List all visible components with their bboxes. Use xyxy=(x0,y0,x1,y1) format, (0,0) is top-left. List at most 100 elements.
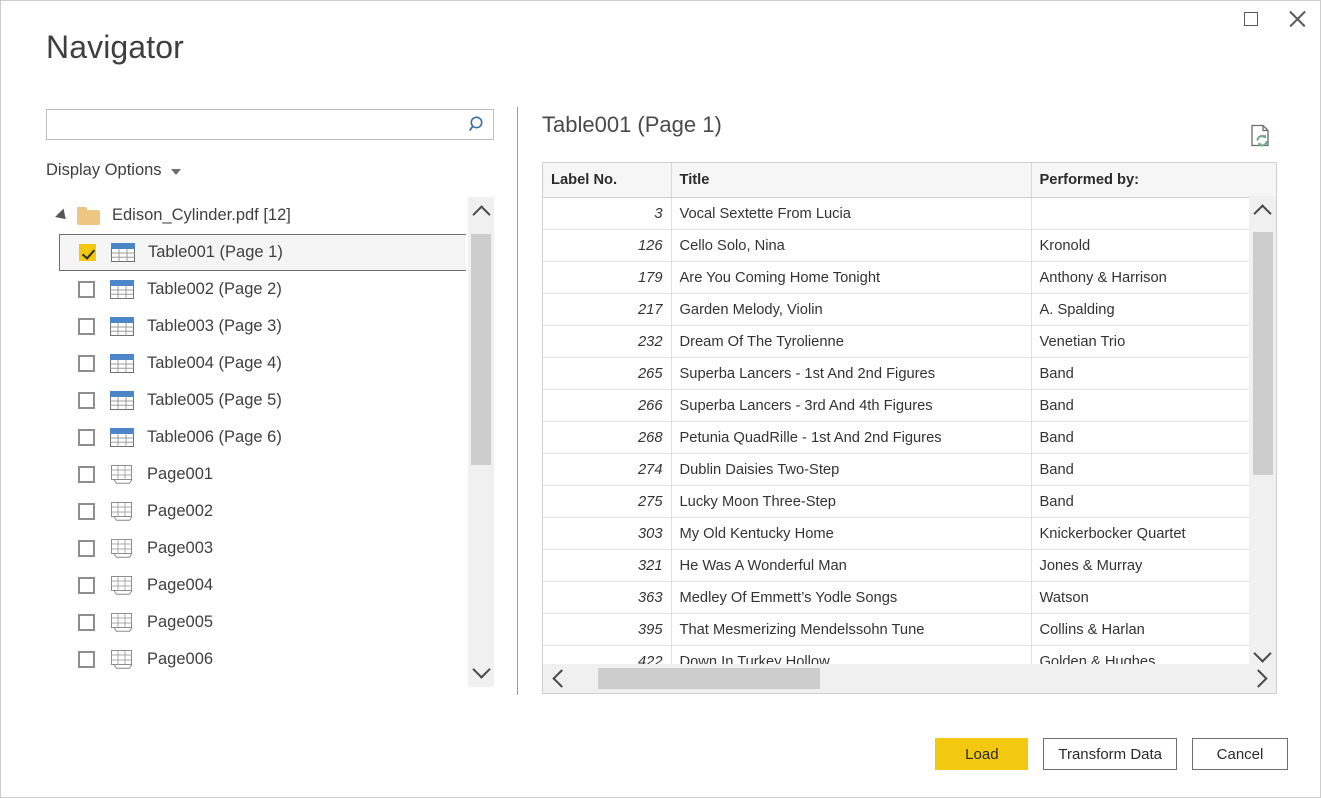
column-header-label-no[interactable]: Label No. xyxy=(543,163,671,198)
tree-item-table001[interactable]: Table001 (Page 1) xyxy=(59,234,466,271)
close-button[interactable] xyxy=(1274,1,1320,37)
tree-item-page003[interactable]: Page003 xyxy=(46,530,466,567)
chevron-down-icon xyxy=(472,660,490,678)
tree-item-table003[interactable]: Table003 (Page 3) xyxy=(46,308,466,345)
table-row: 179 Are You Coming Home Tonight Anthony … xyxy=(543,262,1276,294)
tree-item-table005[interactable]: Table005 (Page 5) xyxy=(46,382,466,419)
scroll-left-button[interactable] xyxy=(543,664,575,693)
cell-title: My Old Kentucky Home xyxy=(671,518,1031,550)
search-input[interactable] xyxy=(54,110,463,139)
tree-item-page005[interactable]: Page005 xyxy=(46,604,466,641)
table-row: 274 Dublin Daisies Two-Step Band xyxy=(543,454,1276,486)
cell-performed-by: Band xyxy=(1031,422,1276,454)
scroll-right-button[interactable] xyxy=(1244,664,1276,693)
search-box[interactable] xyxy=(46,109,494,140)
refresh-document-icon[interactable] xyxy=(1250,124,1272,148)
cell-performed-by: Anthony & Harrison xyxy=(1031,262,1276,294)
scrollbar-thumb[interactable] xyxy=(1253,232,1273,475)
panel-divider xyxy=(517,107,518,695)
tree-item-label: Table003 (Page 3) xyxy=(147,317,282,336)
checkbox-page002[interactable] xyxy=(78,503,95,520)
cancel-button[interactable]: Cancel xyxy=(1192,738,1288,770)
cell-performed-by: Band xyxy=(1031,358,1276,390)
tree-item-table002[interactable]: Table002 (Page 2) xyxy=(46,271,466,308)
tree-item-label: Page006 xyxy=(147,650,213,669)
cell-title: Cello Solo, Nina xyxy=(671,230,1031,262)
checkbox-table002[interactable] xyxy=(78,281,95,298)
cell-label-no: 266 xyxy=(543,390,671,422)
left-panel: Display Options Edison_Cylinde xyxy=(46,109,496,694)
cell-label-no: 232 xyxy=(543,326,671,358)
checkbox-page003[interactable] xyxy=(78,540,95,557)
chevron-up-icon xyxy=(1253,204,1271,222)
tree-vertical-scrollbar[interactable] xyxy=(468,197,494,687)
chevron-up-icon xyxy=(472,205,490,223)
table-row: 232 Dream Of The Tyrolienne Venetian Tri… xyxy=(543,326,1276,358)
search-icon[interactable] xyxy=(463,110,493,139)
checkbox-page001[interactable] xyxy=(78,466,95,483)
cell-title: Dream Of The Tyrolienne xyxy=(671,326,1031,358)
page-title: Navigator xyxy=(46,29,184,66)
preview-panel: Table001 (Page 1) Label No. Title xyxy=(542,109,1277,694)
tree-item-label: Table004 (Page 4) xyxy=(147,354,282,373)
preview-horizontal-scrollbar[interactable] xyxy=(543,664,1276,693)
checkbox-page004[interactable] xyxy=(78,577,95,594)
tree-area: Edison_Cylinder.pdf [12] xyxy=(46,197,494,694)
table-row: 126 Cello Solo, Nina Kronold xyxy=(543,230,1276,262)
column-header-performed-by[interactable]: Performed by: xyxy=(1031,163,1276,198)
scroll-up-button[interactable] xyxy=(1250,196,1276,226)
title-bar xyxy=(1,1,1320,39)
tree-item-page006[interactable]: Page006 xyxy=(46,641,466,678)
tree-item-page002[interactable]: Page002 xyxy=(46,493,466,530)
tree-root-node[interactable]: Edison_Cylinder.pdf [12] xyxy=(46,197,466,234)
tree-item-label: Page002 xyxy=(147,502,213,521)
checkbox-table005[interactable] xyxy=(78,392,95,409)
preview-vertical-scrollbar[interactable] xyxy=(1249,196,1276,671)
checkbox-page006[interactable] xyxy=(78,651,95,668)
scroll-down-button[interactable] xyxy=(468,657,494,687)
tree-item-label: Page005 xyxy=(147,613,213,632)
preview-table: Label No. Title Performed by: 3 Vocal Se… xyxy=(543,163,1277,678)
dialog-footer: Load Transform Data Cancel xyxy=(935,738,1288,770)
table-icon xyxy=(111,243,135,262)
checkbox-page005[interactable] xyxy=(78,614,95,631)
table-row: 303 My Old Kentucky Home Knickerbocker Q… xyxy=(543,518,1276,550)
cell-title: That Mesmerizing Mendelssohn Tune xyxy=(671,614,1031,646)
tree-item-table006[interactable]: Table006 (Page 6) xyxy=(46,419,466,456)
checkbox-table006[interactable] xyxy=(78,429,95,446)
table-row: 217 Garden Melody, Violin A. Spalding xyxy=(543,294,1276,326)
column-header-title[interactable]: Title xyxy=(671,163,1031,198)
checkbox-table004[interactable] xyxy=(78,355,95,372)
table-row: 265 Superba Lancers - 1st And 2nd Figure… xyxy=(543,358,1276,390)
tree-item-table004[interactable]: Table004 (Page 4) xyxy=(46,345,466,382)
table-row: 363 Medley Of Emmett’s Yodle Songs Watso… xyxy=(543,582,1276,614)
cell-performed-by: A. Spalding xyxy=(1031,294,1276,326)
page-grid-icon xyxy=(110,465,134,484)
cell-title: Dublin Daisies Two-Step xyxy=(671,454,1031,486)
cell-label-no: 179 xyxy=(543,262,671,294)
maximize-button[interactable] xyxy=(1228,1,1274,37)
cell-performed-by: Band xyxy=(1031,486,1276,518)
cell-performed-by: Kronold xyxy=(1031,230,1276,262)
display-options-label: Display Options xyxy=(46,161,162,180)
expand-collapse-icon[interactable] xyxy=(55,208,70,223)
cell-performed-by: Band xyxy=(1031,390,1276,422)
scroll-up-button[interactable] xyxy=(468,197,494,227)
transform-data-button[interactable]: Transform Data xyxy=(1043,738,1177,770)
load-button[interactable]: Load xyxy=(935,738,1028,770)
tree-root-label: Edison_Cylinder.pdf [12] xyxy=(112,206,291,225)
tree-item-label: Table001 (Page 1) xyxy=(148,243,283,262)
tree-item-label: Page001 xyxy=(147,465,213,484)
checkbox-table003[interactable] xyxy=(78,318,95,335)
table-icon xyxy=(110,280,134,299)
cell-title: Superba Lancers - 1st And 2nd Figures xyxy=(671,358,1031,390)
scrollbar-thumb[interactable] xyxy=(471,234,491,465)
checkbox-table001[interactable] xyxy=(79,244,96,261)
table-icon xyxy=(110,391,134,410)
tree-item-page001[interactable]: Page001 xyxy=(46,456,466,493)
scrollbar-thumb[interactable] xyxy=(598,668,820,689)
display-options-dropdown[interactable]: Display Options xyxy=(46,161,181,180)
page-grid-icon xyxy=(110,539,134,558)
cell-title: Superba Lancers - 3rd And 4th Figures xyxy=(671,390,1031,422)
tree-item-page004[interactable]: Page004 xyxy=(46,567,466,604)
